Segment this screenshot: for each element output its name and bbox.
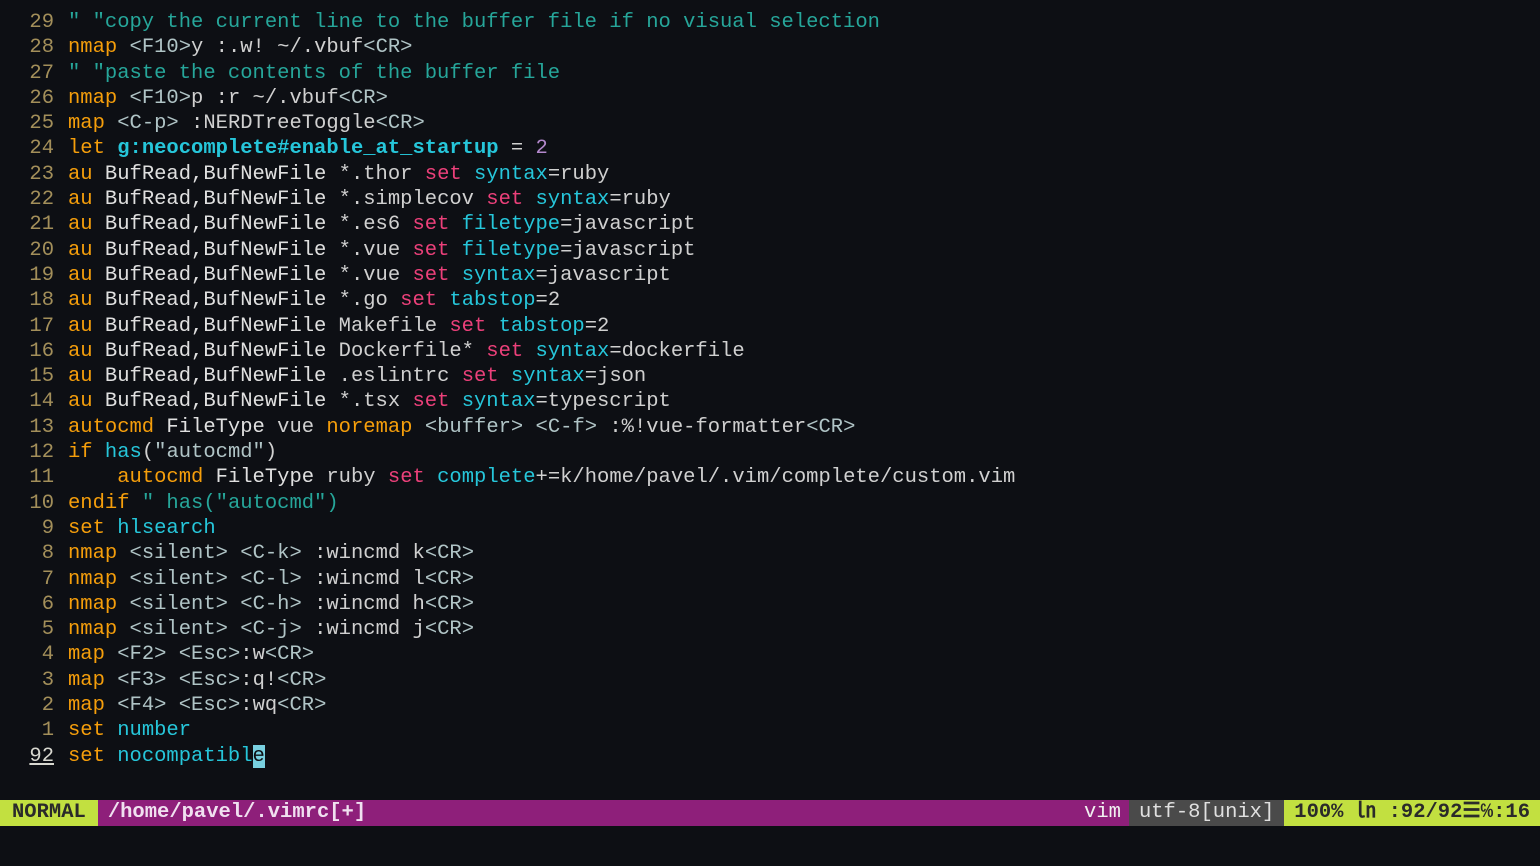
code-content[interactable]: au BufRead,BufNewFile *.tsx set syntax=t…	[68, 389, 1540, 414]
code-content[interactable]: au BufRead,BufNewFile .eslintrc set synt…	[68, 364, 1540, 389]
code-line[interactable]: 14 au BufRead,BufNewFile *.tsx set syntax…	[14, 389, 1540, 414]
code-content[interactable]: set hlsearch	[68, 516, 1540, 541]
code-content[interactable]: autocmd FileType ruby set complete+=k/ho…	[68, 465, 1540, 490]
code-line[interactable]: 6 nmap <silent> <C-h> :wincmd h<CR>	[14, 592, 1540, 617]
code-line[interactable]: 16 au BufRead,BufNewFile Dockerfile* set …	[14, 339, 1540, 364]
mode-indicator: NORMAL	[0, 800, 98, 826]
code-content[interactable]: nmap <F10>p :r ~/.vbuf<CR>	[68, 86, 1540, 111]
code-content[interactable]: if has("autocmd")	[68, 440, 1540, 465]
code-line[interactable]: 12 if has("autocmd")	[14, 440, 1540, 465]
line-number: 9	[14, 516, 54, 541]
line-number: 13	[14, 415, 54, 440]
line-number: 17	[14, 314, 54, 339]
code-line[interactable]: 18 au BufRead,BufNewFile *.go set tabstop…	[14, 288, 1540, 313]
code-line[interactable]: 28 nmap <F10>y :.w! ~/.vbuf<CR>	[14, 35, 1540, 60]
line-number: 22	[14, 187, 54, 212]
line-number: 26	[14, 86, 54, 111]
code-content[interactable]: au BufRead,BufNewFile *.vue set filetype…	[68, 238, 1540, 263]
line-number: 92	[14, 744, 54, 769]
filetype-indicator: vim	[1076, 800, 1129, 825]
line-number: 18	[14, 288, 54, 313]
code-content[interactable]: map <F2> <Esc>:w<CR>	[68, 642, 1540, 667]
editor-area[interactable]: 29" "copy the current line to the buffer…	[0, 0, 1540, 769]
line-number: 8	[14, 541, 54, 566]
code-content[interactable]: au BufRead,BufNewFile *.vue set syntax=j…	[68, 263, 1540, 288]
line-number: 10	[14, 491, 54, 516]
line-number: 21	[14, 212, 54, 237]
code-content[interactable]: nmap <silent> <C-l> :wincmd l<CR>	[68, 567, 1540, 592]
code-content[interactable]: au BufRead,BufNewFile *.thor set syntax=…	[68, 162, 1540, 187]
code-content[interactable]: map <C-p> :NERDTreeToggle<CR>	[68, 111, 1540, 136]
code-content[interactable]: set nocompatible	[68, 744, 1540, 769]
code-line[interactable]: 25 map <C-p> :NERDTreeToggle<CR>	[14, 111, 1540, 136]
line-number: 27	[14, 61, 54, 86]
file-path: /home/pavel/.vimrc[+]	[104, 800, 1076, 825]
code-line[interactable]: 20 au BufRead,BufNewFile *.vue set filety…	[14, 238, 1540, 263]
line-number: 29	[14, 10, 54, 35]
code-line[interactable]: 17 au BufRead,BufNewFile Makefile set tab…	[14, 314, 1540, 339]
line-number: 20	[14, 238, 54, 263]
line-number: 16	[14, 339, 54, 364]
code-content[interactable]: set number	[68, 718, 1540, 743]
code-content[interactable]: nmap <silent> <C-j> :wincmd j<CR>	[68, 617, 1540, 642]
code-line[interactable]: 22 au BufRead,BufNewFile *.simplecov set …	[14, 187, 1540, 212]
code-line[interactable]: 21 au BufRead,BufNewFile *.es6 set filety…	[14, 212, 1540, 237]
code-line[interactable]: 9 set hlsearch	[14, 516, 1540, 541]
line-number: 4	[14, 642, 54, 667]
line-number: 24	[14, 136, 54, 161]
line-number: 2	[14, 693, 54, 718]
code-line[interactable]: 5 nmap <silent> <C-j> :wincmd j<CR>	[14, 617, 1540, 642]
line-number: 6	[14, 592, 54, 617]
code-content[interactable]: endif " has("autocmd")	[68, 491, 1540, 516]
line-number: 14	[14, 389, 54, 414]
code-content[interactable]: nmap <silent> <C-k> :wincmd k<CR>	[68, 541, 1540, 566]
code-content[interactable]: " "copy the current line to the buffer f…	[68, 10, 1540, 35]
line-number: 5	[14, 617, 54, 642]
code-line[interactable]: 23 au BufRead,BufNewFile *.thor set synta…	[14, 162, 1540, 187]
code-line[interactable]: 13 autocmd FileType vue noremap <buffer> …	[14, 415, 1540, 440]
code-line[interactable]: 7 nmap <silent> <C-l> :wincmd l<CR>	[14, 567, 1540, 592]
code-line[interactable]: 3 map <F3> <Esc>:q!<CR>	[14, 668, 1540, 693]
code-line[interactable]: 29 " "copy the current line to the buffer…	[14, 10, 1540, 35]
code-line[interactable]: 27 " "paste the contents of the buffer fi…	[14, 61, 1540, 86]
line-number: 11	[14, 465, 54, 490]
code-content[interactable]: map <F4> <Esc>:wq<CR>	[68, 693, 1540, 718]
status-line: NORMAL /home/pavel/.vimrc[+] vim utf-8[u…	[0, 800, 1540, 826]
line-number: 1	[14, 718, 54, 743]
code-content[interactable]: map <F3> <Esc>:q!<CR>	[68, 668, 1540, 693]
code-content[interactable]: nmap <silent> <C-h> :wincmd h<CR>	[68, 592, 1540, 617]
code-line[interactable]: 8 nmap <silent> <C-k> :wincmd k<CR>	[14, 541, 1540, 566]
code-line[interactable]: 26 nmap <F10>p :r ~/.vbuf<CR>	[14, 86, 1540, 111]
code-line[interactable]: 10 endif " has("autocmd")	[14, 491, 1540, 516]
code-line[interactable]: 92 set nocompatible	[14, 744, 1540, 769]
code-line[interactable]: 1 set number	[14, 718, 1540, 743]
line-number: 7	[14, 567, 54, 592]
position-indicator: 100% ㏑ :92/92☰℅:16	[1284, 800, 1540, 826]
code-content[interactable]: au BufRead,BufNewFile *.es6 set filetype…	[68, 212, 1540, 237]
code-content[interactable]: " "paste the contents of the buffer file	[68, 61, 1540, 86]
encoding-indicator: utf-8[unix]	[1129, 800, 1284, 826]
line-number: 3	[14, 668, 54, 693]
code-content[interactable]: nmap <F10>y :.w! ~/.vbuf<CR>	[68, 35, 1540, 60]
code-line[interactable]: 11 autocmd FileType ruby set complete+=k…	[14, 465, 1540, 490]
line-number: 12	[14, 440, 54, 465]
code-content[interactable]: au BufRead,BufNewFile Makefile set tabst…	[68, 314, 1540, 339]
line-number: 19	[14, 263, 54, 288]
code-content[interactable]: let g:neocomplete#enable_at_startup = 2	[68, 136, 1540, 161]
code-line[interactable]: 2 map <F4> <Esc>:wq<CR>	[14, 693, 1540, 718]
line-number: 23	[14, 162, 54, 187]
line-number: 25	[14, 111, 54, 136]
code-content[interactable]: autocmd FileType vue noremap <buffer> <C…	[68, 415, 1540, 440]
line-number: 28	[14, 35, 54, 60]
code-line[interactable]: 24 let g:neocomplete#enable_at_startup = …	[14, 136, 1540, 161]
line-number: 15	[14, 364, 54, 389]
code-content[interactable]: au BufRead,BufNewFile *.simplecov set sy…	[68, 187, 1540, 212]
code-content[interactable]: au BufRead,BufNewFile Dockerfile* set sy…	[68, 339, 1540, 364]
code-line[interactable]: 19 au BufRead,BufNewFile *.vue set syntax…	[14, 263, 1540, 288]
code-line[interactable]: 4 map <F2> <Esc>:w<CR>	[14, 642, 1540, 667]
code-content[interactable]: au BufRead,BufNewFile *.go set tabstop=2	[68, 288, 1540, 313]
code-line[interactable]: 15 au BufRead,BufNewFile .eslintrc set sy…	[14, 364, 1540, 389]
